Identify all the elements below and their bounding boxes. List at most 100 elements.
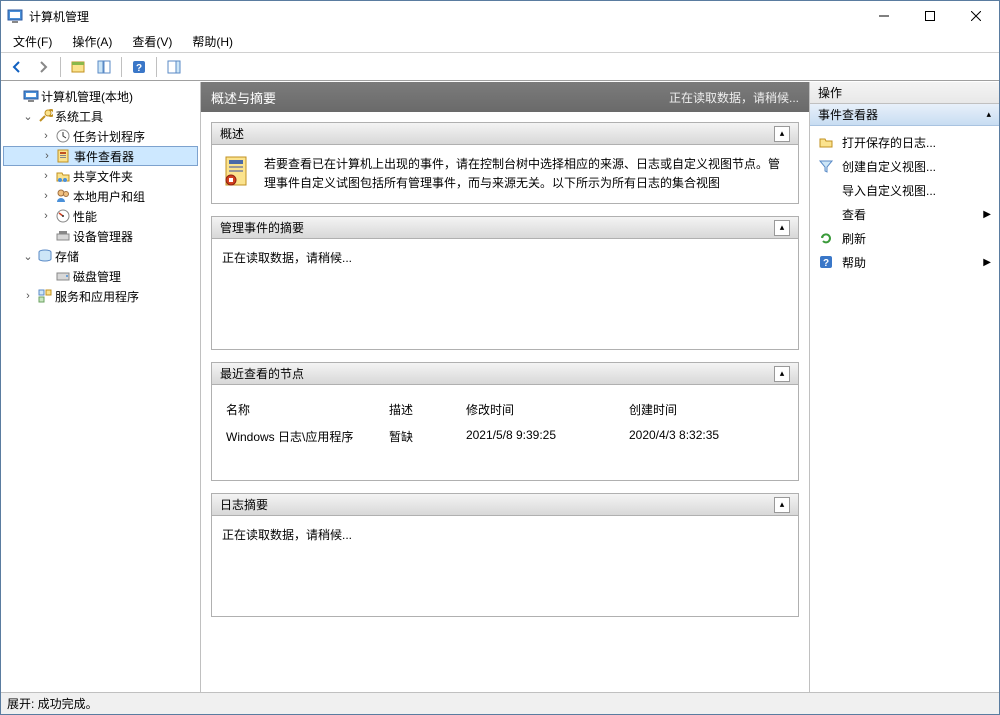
col-created[interactable]: 创建时间 [625,399,788,420]
actions-header: 操作 [810,82,999,104]
expand-icon[interactable]: › [40,150,54,162]
expand-icon[interactable]: › [39,170,53,182]
filter-icon [818,158,834,174]
toolbar: ? [1,53,999,81]
tree-label: 存储 [55,248,79,265]
content-title: 概述与摘要 [211,88,276,107]
maximize-button[interactable] [907,1,953,31]
action-label: 创建自定义视图... [842,158,936,175]
properties-button[interactable] [92,56,116,78]
loading-text: 正在读取数据，请稍候... [222,251,352,265]
collapse-icon[interactable]: ▴ [774,366,790,382]
svg-text:?: ? [136,63,142,74]
panel-title: 概述 [220,125,244,142]
panel-header[interactable]: 概述 ▴ [212,123,798,145]
tree-label: 任务计划程序 [73,128,145,145]
tools-icon [37,108,53,124]
action-label: 查看 [842,206,866,223]
tree-label: 磁盘管理 [73,268,121,285]
action-import-custom-view[interactable]: 导入自定义视图... [810,178,999,202]
col-desc[interactable]: 描述 [385,399,462,420]
tree-root[interactable]: 计算机管理(本地) [3,86,198,106]
action-create-custom-view[interactable]: 创建自定义视图... [810,154,999,178]
action-view[interactable]: 查看 ▶ [810,202,999,226]
actions-title: 操作 [818,84,842,101]
tree-system-tools[interactable]: ⌄ 系统工具 [3,106,198,126]
show-hide-tree-button[interactable] [66,56,90,78]
tree-disk-management[interactable]: 磁盘管理 [3,266,198,286]
panel-title: 管理事件的摘要 [220,219,304,236]
menu-action[interactable]: 操作(A) [68,31,116,52]
action-help[interactable]: ? 帮助 ▶ [810,250,999,274]
action-pane-button[interactable] [162,56,186,78]
menu-view[interactable]: 查看(V) [128,31,176,52]
collapse-icon[interactable]: ▴ [774,220,790,236]
disk-icon [55,268,71,284]
content-header: 概述与摘要 正在读取数据，请稍候... [201,82,809,112]
clock-icon [55,128,71,144]
toolbar-separator [121,57,122,77]
log-summary-panel: 日志摘要 ▴ 正在读取数据，请稍候... [211,493,799,617]
table-row[interactable]: Windows 日志\应用程序 暂缺 2021/5/8 9:39:25 2020… [222,424,788,449]
collapse-icon[interactable]: ▴ [986,109,991,120]
help-button[interactable]: ? [127,56,151,78]
action-refresh[interactable]: 刷新 [810,226,999,250]
collapse-icon[interactable]: ▴ [774,126,790,142]
performance-icon [55,208,71,224]
tree-label: 性能 [73,208,97,225]
tree-storage[interactable]: ⌄ 存储 [3,246,198,266]
expand-icon[interactable]: › [39,190,53,202]
recent-nodes-panel: 最近查看的节点 ▴ 名称 描述 修改时间 创建时间 Wi [211,362,799,481]
tree-shared-folders[interactable]: › 共享文件夹 [3,166,198,186]
tree-services-apps[interactable]: › 服务和应用程序 [3,286,198,306]
tree-label: 系统工具 [55,108,103,125]
refresh-icon [818,230,834,246]
back-button[interactable] [5,56,29,78]
minimize-button[interactable] [861,1,907,31]
panel-header[interactable]: 最近查看的节点 ▴ [212,363,798,385]
panel-title: 日志摘要 [220,496,268,513]
submenu-arrow-icon: ▶ [983,257,991,268]
device-icon [55,228,71,244]
actions-subheader[interactable]: 事件查看器 ▴ [810,104,999,126]
collapse-icon[interactable]: ⌄ [21,110,35,123]
action-label: 导入自定义视图... [842,182,936,199]
tree-local-users[interactable]: › 本地用户和组 [3,186,198,206]
cell-name: Windows 日志\应用程序 [222,426,385,447]
expand-icon[interactable]: › [21,290,35,302]
cell-modified: 2021/5/8 9:39:25 [462,426,625,447]
navigation-tree[interactable]: 计算机管理(本地) ⌄ 系统工具 › 任务计划程序 › 事件查看器 › 共享文件… [1,82,201,692]
tree-task-scheduler[interactable]: › 任务计划程序 [3,126,198,146]
col-name[interactable]: 名称 [222,399,385,420]
tree-event-viewer[interactable]: › 事件查看器 [3,146,198,166]
action-label: 帮助 [842,254,866,271]
collapse-icon[interactable]: ▴ [774,497,790,513]
tree-device-manager[interactable]: 设备管理器 [3,226,198,246]
admin-events-panel: 管理事件的摘要 ▴ 正在读取数据，请稍候... [211,216,799,350]
app-icon [7,8,23,24]
expand-icon[interactable]: › [39,130,53,142]
panel-header[interactable]: 日志摘要 ▴ [212,494,798,516]
cell-created: 2020/4/3 8:32:35 [625,426,788,447]
overview-panel: 概述 ▴ 若要查看已在计算机上出现的事件，请在控制台树中选择相应的来源、日志或自… [211,122,799,204]
menu-help[interactable]: 帮助(H) [188,31,237,52]
close-button[interactable] [953,1,999,31]
collapse-icon[interactable]: ⌄ [21,250,35,263]
tree-label: 服务和应用程序 [55,288,139,305]
tree-performance[interactable]: › 性能 [3,206,198,226]
col-modified[interactable]: 修改时间 [462,399,625,420]
toolbar-separator [60,57,61,77]
menu-bar: 文件(F) 操作(A) 查看(V) 帮助(H) [1,31,999,53]
actions-pane: 操作 事件查看器 ▴ 打开保存的日志... 创建自定义视图... 导入自定义视图… [809,82,999,692]
storage-icon [37,248,53,264]
panel-header[interactable]: 管理事件的摘要 ▴ [212,217,798,239]
window-title: 计算机管理 [29,8,861,25]
status-bar: 展开: 成功完成。 [1,692,999,714]
forward-button[interactable] [31,56,55,78]
tree-label: 事件查看器 [74,148,134,165]
menu-file[interactable]: 文件(F) [9,31,56,52]
toolbar-separator [156,57,157,77]
action-open-saved-log[interactable]: 打开保存的日志... [810,130,999,154]
users-icon [55,188,71,204]
expand-icon[interactable]: › [39,210,53,222]
